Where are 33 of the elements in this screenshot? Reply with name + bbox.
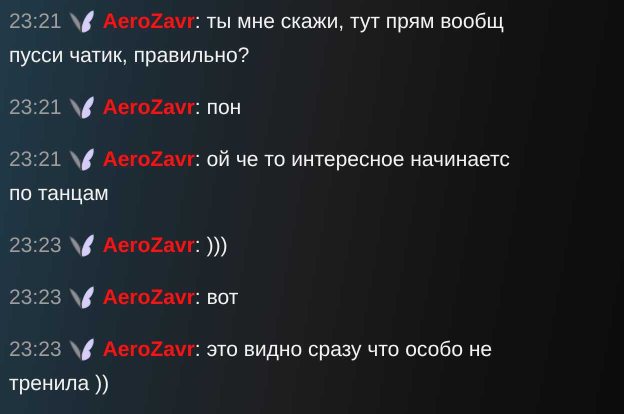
username[interactable]: AeroZavr: [102, 338, 195, 362]
separator-colon: :: [194, 338, 201, 362]
message-text: пон: [206, 96, 242, 120]
message-time: 23:21: [9, 96, 62, 120]
username[interactable]: AeroZavr: [102, 148, 195, 172]
message-text: пусси чатик, правильно?: [9, 44, 250, 68]
message-time: 23:21: [9, 10, 62, 34]
message-text: тренила )): [9, 372, 110, 396]
message-text: ты мне скажи, тут прям вообщ: [206, 10, 504, 34]
separator-colon: :: [194, 234, 201, 258]
butterfly-icon: [68, 286, 95, 310]
username[interactable]: AeroZavr: [102, 96, 195, 120]
message-text: это видно сразу что особо не: [206, 338, 492, 362]
separator-colon: :: [194, 286, 201, 310]
butterfly-icon: [68, 234, 95, 258]
username[interactable]: AeroZavr: [102, 234, 195, 258]
username[interactable]: AeroZavr: [102, 286, 195, 310]
separator-colon: :: [194, 148, 201, 172]
butterfly-icon: [68, 10, 95, 34]
message-text: по танцам: [9, 182, 109, 206]
message-text: ))): [206, 234, 228, 258]
separator-colon: :: [194, 10, 201, 34]
butterfly-icon: [68, 338, 95, 362]
message-text: ой че то интересное начинаетс: [206, 148, 510, 172]
butterfly-icon: [68, 148, 95, 172]
separator-colon: :: [194, 96, 201, 120]
message-time: 23:23: [9, 234, 62, 258]
message-time: 23:23: [9, 286, 62, 310]
butterfly-icon: [68, 96, 95, 120]
message-text: вот: [206, 286, 238, 310]
message-time: 23:21: [9, 148, 62, 172]
message-time: 23:23: [9, 338, 62, 362]
username[interactable]: AeroZavr: [102, 10, 195, 34]
